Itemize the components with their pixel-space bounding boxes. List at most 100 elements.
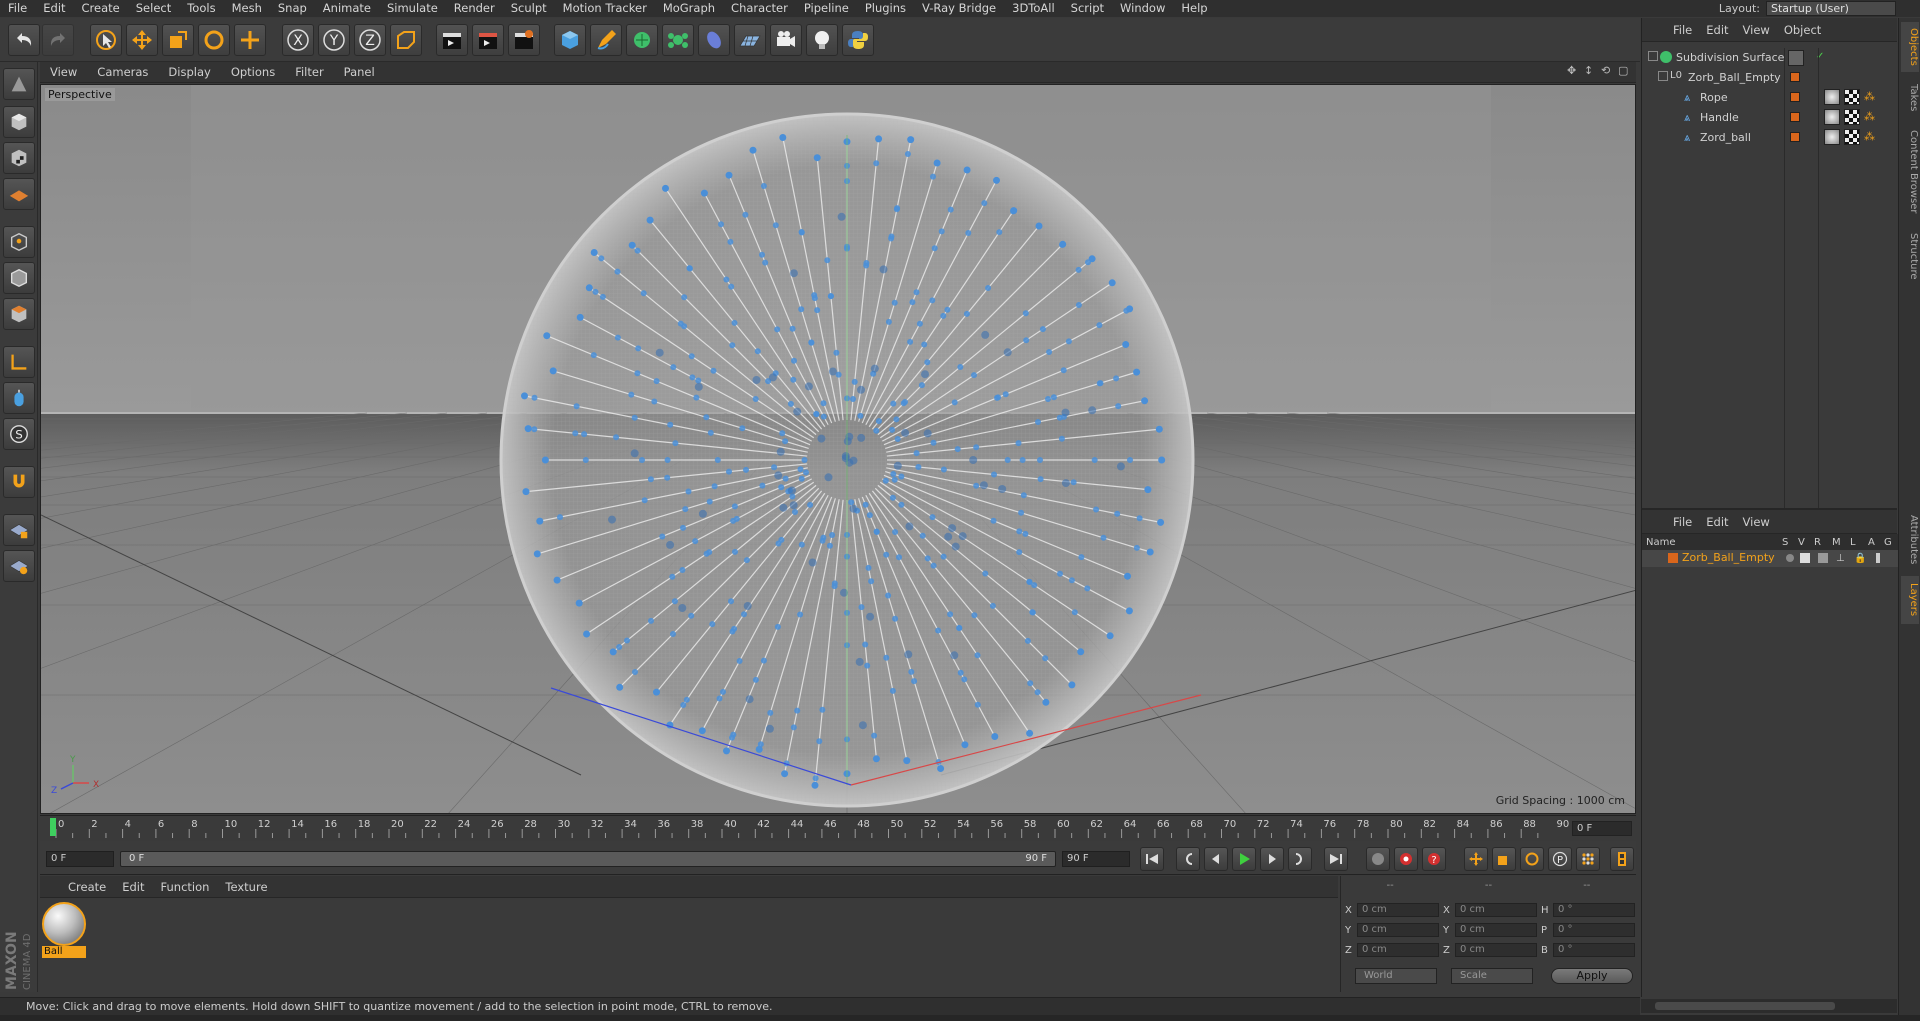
viewport-menu-options[interactable]: Options <box>221 65 285 79</box>
planar-workplane-button[interactable] <box>3 550 35 582</box>
visible-toggle-icon[interactable] <box>1800 553 1810 563</box>
coordinate-mode-dropdown[interactable]: World <box>1355 968 1437 984</box>
menu-window[interactable]: Window <box>1112 0 1173 17</box>
previous-key-button[interactable] <box>1176 847 1200 871</box>
menu-script[interactable]: Script <box>1063 0 1112 17</box>
coordinate-system-button[interactable] <box>390 24 422 56</box>
preview-range-slider[interactable]: 0 F 90 F <box>120 851 1056 867</box>
menu-help[interactable]: Help <box>1173 0 1215 17</box>
layer-menu-file[interactable]: File <box>1666 515 1699 529</box>
floor-button[interactable] <box>734 24 766 56</box>
object-row-handle[interactable]: ⩓ Handle ⁂ <box>1642 108 1898 127</box>
pos-x-field[interactable]: 0 cm <box>1357 903 1439 917</box>
object-menu-edit[interactable]: Edit <box>1699 23 1735 37</box>
object-menu-file[interactable]: File <box>1666 23 1699 37</box>
menu-create[interactable]: Create <box>74 0 128 17</box>
light-button[interactable] <box>806 24 838 56</box>
camera-button[interactable] <box>770 24 802 56</box>
edit-toggle-icon[interactable] <box>1788 50 1804 66</box>
record-position-button[interactable] <box>1464 847 1488 871</box>
apply-button[interactable]: Apply <box>1551 968 1633 984</box>
record-parameter-button[interactable]: P <box>1548 847 1572 871</box>
make-editable-button[interactable] <box>3 68 35 100</box>
phong-tag-icon[interactable]: ⁂ <box>1864 90 1875 103</box>
cube-button[interactable] <box>554 24 586 56</box>
solo-button[interactable]: S <box>3 418 35 450</box>
rot-b-field[interactable]: 0 ° <box>1553 943 1635 957</box>
size-mode-dropdown[interactable]: Scale <box>1451 968 1533 984</box>
size-x-field[interactable]: 0 cm <box>1455 903 1537 917</box>
orbit-icon[interactable]: ⟲ <box>1601 65 1613 77</box>
menu-pipeline[interactable]: Pipeline <box>796 0 857 17</box>
menu-edit[interactable]: Edit <box>35 0 73 17</box>
pan-icon[interactable]: ✥ <box>1567 65 1579 77</box>
solo-toggle-icon[interactable] <box>1786 554 1794 562</box>
texture-tag-icon[interactable] <box>1844 129 1860 145</box>
tab-takes[interactable]: Takes <box>1901 78 1919 118</box>
timeline-window-button[interactable] <box>1610 847 1634 871</box>
pos-z-field[interactable]: 0 cm <box>1357 943 1439 957</box>
record-scale-button[interactable] <box>1492 847 1516 871</box>
tab-structure[interactable]: Structure <box>1901 226 1919 286</box>
y-axis-button[interactable]: Y <box>318 24 350 56</box>
transform-button[interactable] <box>234 24 266 56</box>
autokey-button[interactable] <box>1394 847 1418 871</box>
go-to-start-button[interactable] <box>1140 847 1164 871</box>
menu-character[interactable]: Character <box>723 0 796 17</box>
layer-menu-edit[interactable]: Edit <box>1699 515 1735 529</box>
rot-h-field[interactable]: 0 ° <box>1553 903 1635 917</box>
collapse-icon[interactable] <box>1648 51 1658 61</box>
scale-button[interactable] <box>162 24 194 56</box>
go-to-end-button[interactable] <box>1324 847 1348 871</box>
move-button[interactable] <box>126 24 158 56</box>
menu-animate[interactable]: Animate <box>315 0 379 17</box>
subdivision-button[interactable] <box>626 24 658 56</box>
viewport-menu-cameras[interactable]: Cameras <box>87 65 158 79</box>
record-rotation-button[interactable] <box>1520 847 1544 871</box>
menu-plugins[interactable]: Plugins <box>857 0 914 17</box>
material-tag-icon[interactable] <box>1824 89 1840 105</box>
texture-tag-icon[interactable] <box>1844 89 1860 105</box>
menu-motion-tracker[interactable]: Motion Tracker <box>555 0 655 17</box>
next-key-button[interactable] <box>1288 847 1312 871</box>
points-mode-button[interactable] <box>3 226 35 258</box>
record-pla-button[interactable] <box>1576 847 1600 871</box>
object-row-subdivision-surface[interactable]: Subdivision Surface ✓ <box>1642 48 1898 67</box>
animation-toggle-icon[interactable] <box>1876 553 1880 563</box>
size-y-field[interactable]: 0 cm <box>1455 923 1537 937</box>
viewport-menu-panel[interactable]: Panel <box>334 65 385 79</box>
object-row-zorb-ball-empty[interactable]: L0 Zorb_Ball_Empty <box>1642 68 1898 87</box>
snap-button[interactable] <box>3 466 35 498</box>
size-z-field[interactable]: 0 cm <box>1455 943 1537 957</box>
tab-objects[interactable]: Objects <box>1901 22 1919 72</box>
layer-color-icon[interactable] <box>1790 112 1800 122</box>
object-row-zord-ball[interactable]: ⩓ Zord_ball ⁂ <box>1642 128 1898 147</box>
layer-color-icon[interactable] <box>1790 132 1800 142</box>
layer-row-zorb-ball-empty[interactable]: Zorb_Ball_Empty ⊥ 🔒 <box>1642 550 1898 567</box>
tab-attributes[interactable]: Attributes <box>1901 508 1919 572</box>
tab-content-browser[interactable]: Content Browser <box>1901 122 1919 222</box>
undo-button[interactable] <box>8 24 40 56</box>
object-row-rope[interactable]: ⩓ Rope ⁂ <box>1642 88 1898 107</box>
edges-mode-button[interactable] <box>3 262 35 294</box>
live-selection-button[interactable] <box>90 24 122 56</box>
deformer-button[interactable] <box>698 24 730 56</box>
scrollbar-thumb[interactable] <box>1655 1002 1835 1010</box>
material-tag-icon[interactable] <box>1824 129 1840 145</box>
menu-mograph[interactable]: MoGraph <box>655 0 723 17</box>
render-toggle-icon[interactable] <box>1818 553 1828 563</box>
menu-snap[interactable]: Snap <box>270 0 315 17</box>
texture-tag-icon[interactable] <box>1844 109 1860 125</box>
dolly-icon[interactable]: ↕ <box>1584 65 1596 77</box>
maximize-icon[interactable]: ▢ <box>1618 65 1630 77</box>
workplane-button[interactable] <box>3 178 35 210</box>
rot-p-field[interactable]: 0 ° <box>1553 923 1635 937</box>
playhead-marker[interactable] <box>50 818 56 836</box>
timeline-ruler[interactable]: 0 2 4 6 8 10 12 14 16 18 20 22 24 26 28 30 32 34 36 38 40 42 4… <box>40 815 1636 839</box>
z-axis-button[interactable]: Z <box>354 24 386 56</box>
texture-mode-button[interactable] <box>3 142 35 174</box>
layer-color-swatch[interactable] <box>1668 553 1678 563</box>
menu-3dtoall[interactable]: 3DToAll <box>1004 0 1063 17</box>
current-frame-field[interactable]: 0 F <box>1572 821 1632 836</box>
phong-tag-icon[interactable]: ⁂ <box>1864 130 1875 143</box>
